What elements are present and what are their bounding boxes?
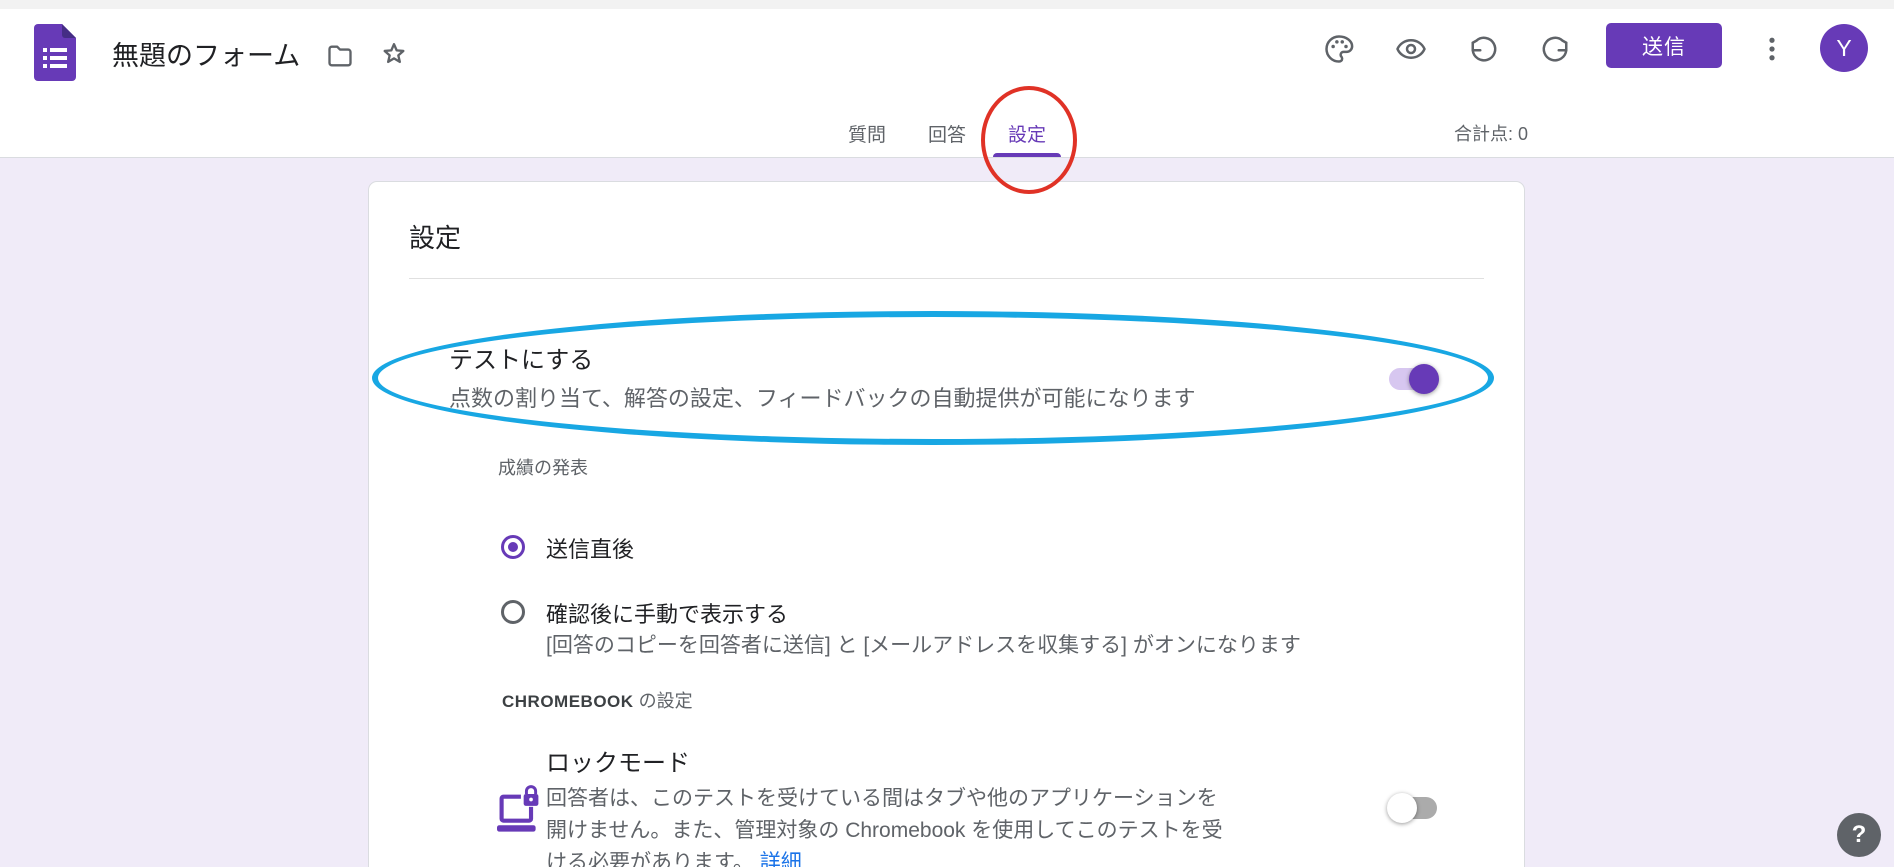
window-top-strip [0,0,1894,9]
star-button[interactable] [378,38,410,70]
redo-button[interactable] [1538,32,1572,66]
kebab-menu-icon [1757,34,1787,64]
grade-release-label: 成績の発表 [498,454,588,480]
settings-card: 設定 テストにする 点数の割り当て、解答の設定、フィードバックの自動提供が可能に… [368,181,1525,867]
form-title-input[interactable]: 無題のフォーム [112,34,300,73]
account-avatar[interactable]: Y [1820,24,1868,72]
folder-icon [326,42,354,70]
chromebook-section-label-en: CHROMEBOOK [502,692,634,711]
toggle-thumb [1387,793,1417,823]
locked-laptop-icon [497,782,543,838]
eye-icon [1396,34,1426,64]
google-forms-settings-page: 無題のフォーム [0,0,1894,867]
lock-mode-title: ロックモード [546,743,690,778]
tab-responses[interactable]: 回答 [907,109,987,157]
tab-bar: 質問 回答 設定 [827,109,1067,157]
tab-questions-label: 質問 [848,120,886,147]
app-header: 無題のフォーム [0,0,1894,158]
radio-release-immediately-label[interactable]: 送信直後 [546,532,634,564]
lock-mode-description-line3-text: ける必要があります。 [546,851,754,867]
toggle-thumb [1409,364,1439,394]
active-tab-underline [993,153,1061,157]
undo-button[interactable] [1467,32,1501,66]
lock-mode-description-line3: ける必要があります。 詳細 [546,847,1223,867]
chromebook-section-label-ja: の設定 [634,691,693,711]
lock-mode-description: 回答者は、このテストを受けている間はタブや他のアプリケーションを 開けません。ま… [546,783,1223,867]
question-mark-icon: ? [1852,821,1867,849]
tab-settings-label: 設定 [1008,120,1046,147]
details-link[interactable]: 詳細 [760,851,802,867]
quiz-setting-title: テストにする [449,340,593,375]
more-options-button[interactable] [1755,32,1789,66]
tab-questions[interactable]: 質問 [827,109,907,157]
preview-button[interactable] [1394,32,1428,66]
undo-icon [1469,34,1499,64]
radio-release-immediately[interactable] [501,535,525,559]
tab-responses-label: 回答 [928,120,966,147]
quiz-toggle[interactable] [1387,364,1439,394]
lock-mode-description-line1: 回答者は、このテストを受けている間はタブや他のアプリケーションを [546,783,1223,815]
help-button[interactable]: ? [1837,813,1881,857]
chromebook-section-label: CHROMEBOOK の設定 [502,687,693,713]
theme-button[interactable] [1322,32,1356,66]
tab-settings[interactable]: 設定 [987,109,1067,157]
forms-logo-icon[interactable] [34,24,76,81]
radio-release-later-description: [回答のコピーを回答者に送信] と [メールアドレスを収集する] がオンになりま… [546,629,1301,659]
send-button[interactable]: 送信 [1606,23,1722,68]
palette-icon [1324,34,1354,64]
redo-icon [1540,34,1570,64]
star-icon [380,40,408,68]
radio-release-later-label[interactable]: 確認後に手動で表示する [546,597,788,629]
lock-mode-description-line2: 開けません。また、管理対象の Chromebook を使用してこのテストを受 [546,815,1223,847]
move-to-folder-button[interactable] [324,40,356,72]
section-divider [409,278,1484,279]
quiz-setting-description: 点数の割り当て、解答の設定、フィードバックの自動提供が可能になります [449,381,1195,413]
lock-mode-toggle[interactable] [1387,793,1439,823]
radio-release-later-manual[interactable] [501,600,525,624]
total-points-label: 合計点: 0 [1454,120,1528,146]
settings-heading: 設定 [409,218,461,255]
